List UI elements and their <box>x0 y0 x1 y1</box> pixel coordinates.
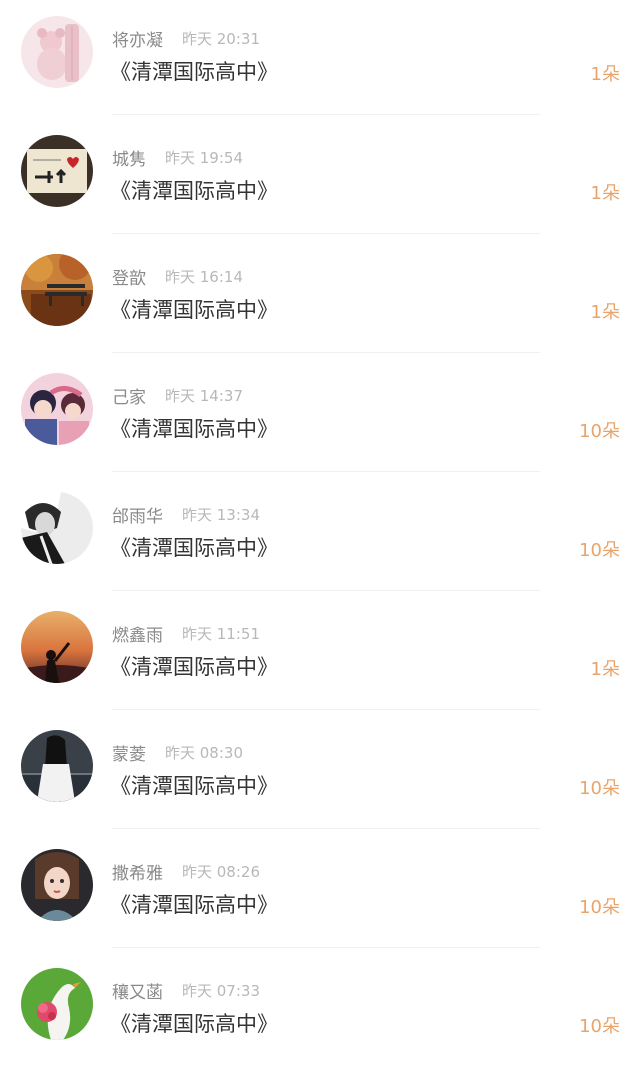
divider <box>112 114 540 115</box>
divider <box>112 233 540 234</box>
user-name[interactable]: 穰又菡 <box>112 978 163 1003</box>
user-name[interactable]: 蒙菱 <box>112 740 146 765</box>
flower-count: 10朵 <box>579 421 620 442</box>
user-name[interactable]: 燃鑫雨 <box>112 621 163 646</box>
list-item[interactable]: 燃鑫雨 昨天 11:51 《清潭国际高中》 1朵 <box>0 595 640 714</box>
autumn-bench-avatar-icon[interactable] <box>21 254 93 326</box>
book-title[interactable]: 《清潭国际高中》 <box>110 889 278 919</box>
timestamp: 昨天 19:54 <box>165 149 243 167</box>
timestamp: 昨天 07:33 <box>182 982 260 1000</box>
illustrated-girl-avatar-icon[interactable] <box>21 849 93 921</box>
monochrome-portrait-avatar-icon[interactable] <box>21 492 93 564</box>
swan-flower-avatar-icon[interactable] <box>21 968 93 1040</box>
flower-count: 10朵 <box>579 540 620 561</box>
divider <box>112 590 540 591</box>
flower-count: 1朵 <box>590 64 620 85</box>
divider <box>112 947 540 948</box>
timestamp: 昨天 13:34 <box>182 506 260 524</box>
timestamp: 昨天 08:30 <box>165 744 243 762</box>
user-name[interactable]: 城隽 <box>112 145 146 170</box>
timestamp: 昨天 14:37 <box>165 387 243 405</box>
timestamp: 昨天 20:31 <box>182 30 260 48</box>
user-name[interactable]: 将亦凝 <box>112 26 163 51</box>
flower-count: 1朵 <box>590 659 620 680</box>
girl-by-sea-avatar-icon[interactable] <box>21 730 93 802</box>
book-title[interactable]: 《清潭国际高中》 <box>110 413 278 443</box>
list-item[interactable]: 城隽 昨天 19:54 《清潭国际高中》 1朵 <box>0 119 640 238</box>
timestamp: 昨天 11:51 <box>182 625 260 643</box>
timestamp: 昨天 16:14 <box>165 268 243 286</box>
list-item[interactable]: 己家 昨天 14:37 《清潭国际高中》 10朵 <box>0 357 640 476</box>
divider <box>112 709 540 710</box>
handwritten-card-avatar-icon[interactable] <box>21 135 93 207</box>
teddy-bear-avatar-icon[interactable] <box>21 16 93 88</box>
book-title[interactable]: 《清潭国际高中》 <box>110 1008 278 1038</box>
list-item[interactable]: 撒希雅 昨天 08:26 《清潭国际高中》 10朵 <box>0 833 640 952</box>
flower-count: 10朵 <box>579 1016 620 1037</box>
user-name[interactable]: 己家 <box>112 383 146 408</box>
book-title[interactable]: 《清潭国际高中》 <box>110 532 278 562</box>
divider <box>112 828 540 829</box>
divider <box>112 471 540 472</box>
book-title[interactable]: 《清潭国际高中》 <box>110 294 278 324</box>
user-name[interactable]: 撒希雅 <box>112 859 163 884</box>
book-title[interactable]: 《清潭国际高中》 <box>110 770 278 800</box>
flower-count: 10朵 <box>579 897 620 918</box>
anime-couple-avatar-icon[interactable] <box>21 373 93 445</box>
timestamp: 昨天 08:26 <box>182 863 260 881</box>
flower-count: 10朵 <box>579 778 620 799</box>
book-title[interactable]: 《清潭国际高中》 <box>110 651 278 681</box>
user-name[interactable]: 登歆 <box>112 264 146 289</box>
flower-count: 1朵 <box>590 302 620 323</box>
book-title[interactable]: 《清潭国际高中》 <box>110 56 278 86</box>
book-title[interactable]: 《清潭国际高中》 <box>110 175 278 205</box>
divider <box>112 352 540 353</box>
sunset-silhouette-avatar-icon[interactable] <box>21 611 93 683</box>
flower-count: 1朵 <box>590 183 620 204</box>
list-item[interactable]: 蒙菱 昨天 08:30 《清潭国际高中》 10朵 <box>0 714 640 833</box>
list-item[interactable]: 登歆 昨天 16:14 《清潭国际高中》 1朵 <box>0 238 640 357</box>
list-item[interactable]: 邰雨华 昨天 13:34 《清潭国际高中》 10朵 <box>0 476 640 595</box>
list-item[interactable]: 穰又菡 昨天 07:33 《清潭国际高中》 10朵 <box>0 952 640 1071</box>
user-name[interactable]: 邰雨华 <box>112 502 163 527</box>
list-item[interactable]: 将亦凝 昨天 20:31 《清潭国际高中》 1朵 <box>0 0 640 119</box>
